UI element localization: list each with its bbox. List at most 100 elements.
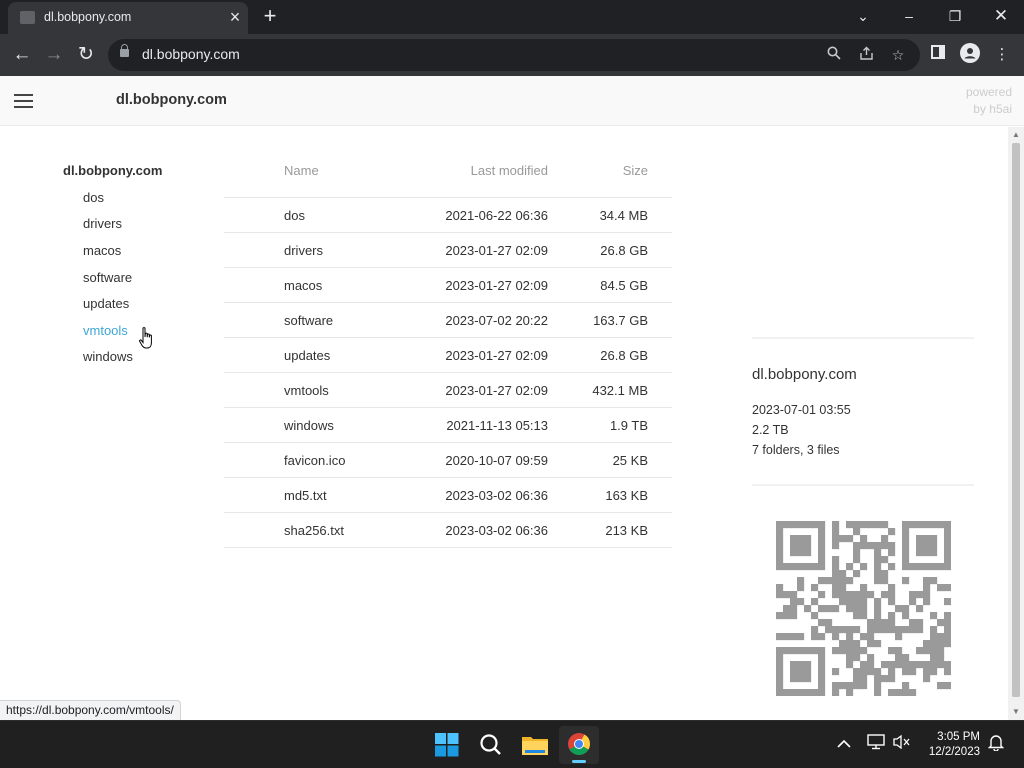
page-scrollbar[interactable]: ▲ ▼: [1008, 127, 1024, 720]
network-icon[interactable]: [866, 734, 886, 754]
volume-muted-icon[interactable]: [892, 734, 912, 754]
qr-module: [930, 626, 938, 634]
qr-module: [811, 633, 819, 641]
new-tab-button[interactable]: +: [258, 5, 282, 29]
forward-button[interactable]: →: [42, 43, 66, 67]
system-clock[interactable]: 3:05 PM 12/2/2023: [929, 730, 980, 760]
scroll-down-icon[interactable]: ▼: [1011, 707, 1021, 717]
qr-module: [804, 689, 812, 696]
windows-logo-icon: [435, 733, 459, 757]
close-window-button[interactable]: ✕: [986, 5, 1016, 27]
qr-module: [776, 654, 784, 662]
column-size-header[interactable]: Size: [623, 163, 648, 178]
qr-module: [846, 598, 854, 606]
file-row[interactable]: favicon.ico 2020-10-07 09:59 25 KB: [224, 443, 672, 478]
file-row[interactable]: macos 2023-01-27 02:09 84.5 GB: [224, 268, 672, 303]
minimize-button[interactable]: –: [894, 5, 924, 27]
file-name[interactable]: sha256.txt: [284, 523, 344, 538]
share-icon[interactable]: [856, 45, 876, 65]
powered-by-label[interactable]: powered by h5ai: [966, 84, 1012, 118]
qr-module: [818, 591, 826, 599]
qr-module: [888, 647, 896, 655]
file-size: 26.8 GB: [600, 348, 648, 363]
file-name[interactable]: software: [284, 313, 333, 328]
qr-module: [930, 668, 938, 676]
profile-avatar-icon[interactable]: [958, 43, 982, 67]
menu-hamburger-icon[interactable]: [14, 94, 34, 108]
address-bar[interactable]: dl.bobpony.com ☆: [108, 39, 920, 71]
qr-module: [860, 605, 868, 613]
file-name[interactable]: md5.txt: [284, 488, 327, 503]
qr-module: [937, 682, 945, 690]
qr-module: [909, 591, 917, 599]
qr-module: [944, 549, 951, 557]
file-row[interactable]: software 2023-07-02 20:22 163.7 GB: [224, 303, 672, 338]
bookmark-star-icon[interactable]: ☆: [888, 45, 908, 65]
file-row[interactable]: vmtools 2023-01-27 02:09 432.1 MB: [224, 373, 672, 408]
tree-item[interactable]: macos: [83, 243, 121, 258]
file-name[interactable]: updates: [284, 348, 330, 363]
reload-button[interactable]: ↻: [74, 43, 98, 67]
taskbar-search-button[interactable]: [471, 726, 511, 764]
file-name[interactable]: favicon.ico: [284, 453, 345, 468]
close-tab-icon[interactable]: ×: [226, 8, 244, 26]
file-name[interactable]: vmtools: [284, 383, 329, 398]
tree-item[interactable]: drivers: [83, 216, 122, 231]
scrollbar-thumb[interactable]: [1012, 143, 1020, 697]
tree-item[interactable]: windows: [83, 349, 133, 364]
qr-module: [902, 563, 910, 571]
taskbar: 3:05 PM 12/2/2023: [0, 720, 1024, 768]
qr-module: [825, 626, 833, 634]
qr-module: [846, 647, 854, 655]
file-row[interactable]: updates 2023-01-27 02:09 26.8 GB: [224, 338, 672, 373]
qr-module: [839, 570, 847, 578]
browser-menu-icon[interactable]: ⋮: [990, 43, 1014, 67]
qr-module: [902, 535, 910, 543]
start-button[interactable]: [427, 726, 467, 764]
file-name[interactable]: dos: [284, 208, 305, 223]
qr-module: [860, 584, 868, 592]
tree-item[interactable]: software: [83, 270, 132, 285]
back-button[interactable]: ←: [10, 43, 34, 67]
qr-module: [818, 689, 826, 696]
lock-icon[interactable]: [120, 44, 129, 57]
restore-button[interactable]: ❐: [940, 5, 970, 27]
file-name[interactable]: macos: [284, 278, 322, 293]
qr-module: [881, 591, 889, 599]
file-explorer-button[interactable]: [515, 726, 555, 764]
file-row[interactable]: windows 2021-11-13 05:13 1.9 TB: [224, 408, 672, 443]
file-row[interactable]: dos 2021-06-22 06:36 34.4 MB: [224, 198, 672, 233]
tree-item-hovered[interactable]: vmtools: [83, 323, 128, 338]
notifications-bell-icon[interactable]: [986, 734, 1006, 754]
file-name[interactable]: drivers: [284, 243, 323, 258]
tab-search-icon[interactable]: ⌄: [848, 5, 878, 27]
qr-module: [867, 640, 875, 648]
search-icon[interactable]: [824, 45, 844, 65]
scroll-up-icon[interactable]: ▲: [1011, 130, 1021, 140]
qr-module: [776, 647, 784, 655]
qr-module: [923, 640, 931, 648]
qr-module: [804, 549, 812, 557]
browser-tab[interactable]: dl.bobpony.com ×: [8, 2, 248, 34]
show-hidden-icons-chevron-icon[interactable]: [834, 734, 854, 754]
file-row[interactable]: sha256.txt 2023-03-02 06:36 213 KB: [224, 513, 672, 548]
qr-module: [853, 675, 861, 683]
file-name[interactable]: windows: [284, 418, 334, 433]
column-name-header[interactable]: Name: [284, 163, 319, 178]
search-icon: [480, 734, 501, 755]
address-url[interactable]: dl.bobpony.com: [142, 46, 240, 62]
tree-item[interactable]: dos: [83, 190, 104, 205]
tree-root[interactable]: dl.bobpony.com: [63, 163, 162, 178]
file-row[interactable]: drivers 2023-01-27 02:09 26.8 GB: [224, 233, 672, 268]
file-row[interactable]: md5.txt 2023-03-02 06:36 163 KB: [224, 478, 672, 513]
qr-module: [874, 542, 882, 550]
qr-module: [881, 521, 889, 529]
column-modified-header[interactable]: Last modified: [471, 163, 548, 178]
qr-module: [811, 647, 819, 655]
chrome-taskbar-button[interactable]: [559, 726, 599, 764]
tree-item[interactable]: updates: [83, 296, 129, 311]
page-title[interactable]: dl.bobpony.com: [116, 92, 227, 108]
qr-module: [790, 598, 798, 606]
qr-module: [846, 535, 854, 543]
side-panel-icon[interactable]: [926, 43, 950, 67]
